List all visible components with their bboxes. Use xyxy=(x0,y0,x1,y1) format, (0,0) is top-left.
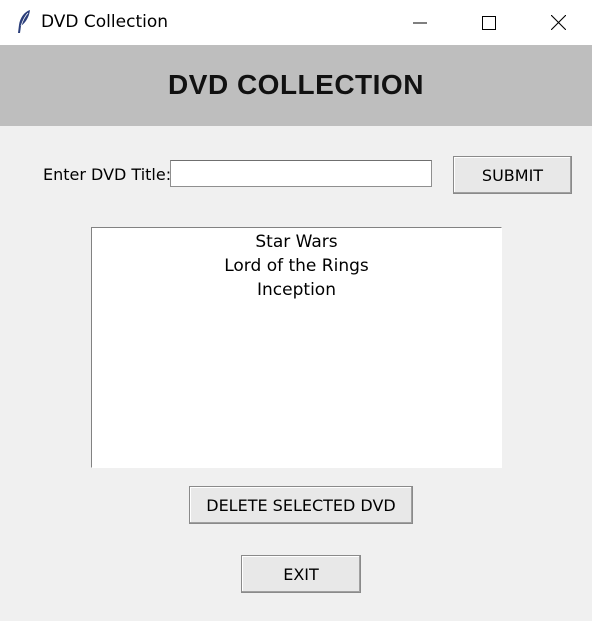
dvd-title-input[interactable] xyxy=(170,160,432,187)
feather-icon xyxy=(18,10,30,33)
title-bar[interactable]: DVD Collection xyxy=(0,0,592,45)
close-icon xyxy=(550,15,566,30)
minimize-icon xyxy=(413,22,427,23)
minimize-button[interactable] xyxy=(385,0,455,45)
dvd-title-label: Enter DVD Title: xyxy=(43,165,172,184)
exit-button[interactable]: EXIT xyxy=(241,555,361,593)
submit-button[interactable]: SUBMIT xyxy=(453,156,572,194)
maximize-icon xyxy=(482,15,496,30)
list-item[interactable]: Lord of the Rings xyxy=(92,254,501,278)
maximize-button[interactable] xyxy=(454,0,524,45)
list-item[interactable]: Inception xyxy=(92,278,501,302)
close-button[interactable] xyxy=(523,0,592,45)
delete-selected-button[interactable]: DELETE SELECTED DVD xyxy=(189,486,413,524)
dvd-listbox[interactable]: Star Wars Lord of the Rings Inception xyxy=(91,227,502,468)
header-banner: DVD COLLECTION xyxy=(0,45,592,126)
page-title: DVD COLLECTION xyxy=(168,69,424,100)
list-item[interactable]: Star Wars xyxy=(92,230,501,254)
window-title: DVD Collection xyxy=(41,12,169,32)
